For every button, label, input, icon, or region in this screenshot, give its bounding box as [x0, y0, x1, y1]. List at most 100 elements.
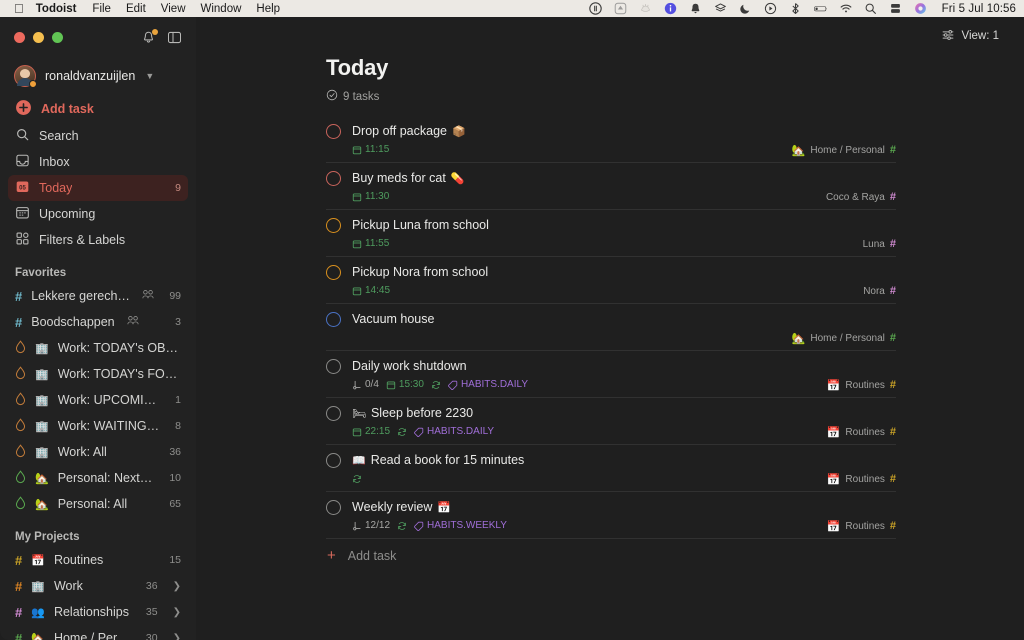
- task-project[interactable]: 📅 Routines #: [827, 521, 896, 533]
- task-due-time[interactable]: 11:55: [352, 238, 389, 249]
- siri-icon[interactable]: [914, 2, 928, 15]
- favorite-item-personal-all[interactable]: 🏡 Personal: All 65: [8, 491, 188, 517]
- favorite-item-work-today-focuss[interactable]: 🏢 Work: TODAY's FOCUSs: [8, 361, 188, 387]
- sidebar-item-search[interactable]: Search: [8, 123, 188, 149]
- task-title[interactable]: 📖 Read a book for 15 minutes: [352, 452, 524, 468]
- task-title[interactable]: Pickup Nora from school: [352, 264, 488, 280]
- favorite-item-boodschappen[interactable]: # Boodschappen 3: [8, 309, 188, 335]
- task-title[interactable]: Pickup Luna from school: [352, 217, 489, 233]
- project-item-home-personal[interactable]: # 🏡 Home / Personal 30 ❯: [8, 625, 188, 640]
- favorite-item-personal-next-actions[interactable]: 🏡 Personal: Next Actions 10: [8, 465, 188, 491]
- shortcuts-icon[interactable]: [889, 2, 903, 15]
- sidebar-item-filters-labels[interactable]: Filters & Labels: [8, 227, 188, 253]
- task-row[interactable]: Drop off package 📦 11:15 🏡 Home / Personal…: [326, 116, 896, 163]
- task-label[interactable]: HABITS.DAILY: [414, 426, 494, 437]
- task-due-time[interactable]: 11:15: [352, 144, 389, 155]
- task-title[interactable]: Vacuum house: [352, 311, 434, 327]
- bluetooth-icon[interactable]: [789, 2, 803, 15]
- task-title[interactable]: Weekly review 📅: [352, 499, 451, 515]
- task-due-time[interactable]: 15:30: [386, 379, 424, 390]
- account-menu[interactable]: ronaldvanzuijlen ▼: [8, 59, 188, 93]
- info-icon[interactable]: [664, 2, 678, 15]
- menu-clock[interactable]: Fri 5 Jul 10:56: [942, 3, 1016, 15]
- task-row[interactable]: Pickup Luna from school 11:55 Luna #: [326, 210, 896, 257]
- task-project[interactable]: Coco & Raya #: [826, 192, 896, 204]
- task-row[interactable]: Daily work shutdown 0/4 15:30 HABITS.DAILY…: [326, 351, 896, 398]
- add-task-row[interactable]: + Add task: [326, 539, 896, 563]
- project-item-work[interactable]: # 🏢 Work 36 ❯: [8, 573, 188, 599]
- chevron-right-icon[interactable]: ❯: [173, 607, 181, 618]
- task-checkbox[interactable]: [326, 453, 341, 468]
- task-checkbox[interactable]: [326, 124, 341, 139]
- project-item-relationships[interactable]: # 👥 Relationships 35 ❯: [8, 599, 188, 625]
- sidebar-item-upcoming[interactable]: Upcoming: [8, 201, 188, 227]
- app-icon[interactable]: [639, 2, 653, 15]
- task-row[interactable]: Vacuum house 🏡 Home / Personal #: [326, 304, 896, 351]
- menu-help[interactable]: Help: [256, 3, 280, 15]
- menu-view[interactable]: View: [161, 3, 186, 15]
- favorite-item-work-waiting-for[interactable]: 🏢 Work: WAITING FOR ⏰ 8: [8, 413, 188, 439]
- task-project[interactable]: 📅 Routines #: [827, 474, 896, 486]
- close-button[interactable]: [14, 31, 25, 43]
- task-title[interactable]: Buy meds for cat 💊: [352, 170, 465, 186]
- view-options-button[interactable]: View: 1: [934, 24, 1006, 49]
- task-row[interactable]: 📖 Read a book for 15 minutes 📅 Routines #: [326, 445, 896, 492]
- task-project[interactable]: 📅 Routines #: [827, 380, 896, 392]
- toggle-sidebar-button[interactable]: [167, 30, 182, 45]
- menu-window[interactable]: Window: [201, 3, 242, 15]
- chevron-right-icon[interactable]: ❯: [173, 633, 181, 640]
- control-center-icon[interactable]: [764, 2, 778, 15]
- task-label[interactable]: HABITS.WEEKLY: [414, 520, 507, 531]
- task-subtask-count-label: 0/4: [365, 379, 379, 390]
- task-title[interactable]: Drop off package 📦: [352, 123, 466, 139]
- task-checkbox[interactable]: [326, 218, 341, 233]
- favorite-item-work-today-objectives[interactable]: 🏢 Work: TODAY's OBJECTI…: [8, 335, 188, 361]
- task-checkbox[interactable]: [326, 312, 341, 327]
- sidebar-item-inbox[interactable]: Inbox: [8, 149, 188, 175]
- favorite-item-lekkere-gerechten[interactable]: # Lekkere gerechten 99: [8, 283, 188, 309]
- task-project[interactable]: Nora #: [863, 286, 896, 298]
- chevron-right-icon[interactable]: ❯: [173, 581, 181, 592]
- menu-file[interactable]: File: [92, 3, 111, 15]
- task-title[interactable]: Daily work shutdown: [352, 358, 467, 374]
- wifi-icon[interactable]: [839, 2, 853, 15]
- task-label[interactable]: HABITS.DAILY: [447, 379, 528, 390]
- task-row[interactable]: Buy meds for cat 💊 11:30 Coco & Raya #: [326, 163, 896, 210]
- notifications-button[interactable]: [141, 28, 158, 45]
- maximize-button[interactable]: [52, 31, 63, 43]
- add-task-button[interactable]: Add task: [8, 95, 188, 123]
- task-project[interactable]: Luna #: [863, 239, 896, 251]
- menu-edit[interactable]: Edit: [126, 3, 146, 15]
- task-project[interactable]: 🏡 Home / Personal #: [792, 333, 896, 345]
- task-title[interactable]: 🛏 Sleep before 2230: [352, 405, 473, 421]
- task-row[interactable]: 🛏 Sleep before 2230 22:15 HABITS.DAILY 📅 Ro…: [326, 398, 896, 445]
- task-project-label: Routines: [845, 474, 885, 485]
- task-due-time[interactable]: 14:45: [352, 285, 390, 296]
- menu-app-name[interactable]: Todoist: [36, 3, 77, 15]
- sidebar-item-label: Filters & Labels: [39, 233, 126, 247]
- dnd-moon-icon[interactable]: [739, 2, 753, 15]
- favorite-item-work-upcoming[interactable]: 🏢 Work: UPCOMING 1: [8, 387, 188, 413]
- task-due-time[interactable]: 22:15: [352, 426, 390, 437]
- stats-icon[interactable]: [589, 2, 603, 15]
- layers-icon[interactable]: [714, 2, 728, 15]
- task-checkbox[interactable]: [326, 265, 341, 280]
- task-project[interactable]: 📅 Routines #: [827, 427, 896, 439]
- minimize-button[interactable]: [33, 31, 44, 43]
- battery-icon[interactable]: [813, 2, 828, 15]
- project-item-routines[interactable]: # 📅 Routines 15: [8, 547, 188, 573]
- favorite-item-work-all[interactable]: 🏢 Work: All 36: [8, 439, 188, 465]
- spotlight-search-icon[interactable]: [864, 2, 878, 15]
- bell-icon[interactable]: [689, 2, 703, 15]
- task-checkbox[interactable]: [326, 406, 341, 421]
- apple-icon[interactable]: : [14, 2, 24, 15]
- drive-icon[interactable]: [614, 2, 628, 15]
- task-row[interactable]: Weekly review 📅 12/12 HABITS.WEEKLY 📅 Routi…: [326, 492, 896, 539]
- sidebar-item-today[interactable]: 05 Today 9: [8, 175, 188, 201]
- task-checkbox[interactable]: [326, 359, 341, 374]
- task-checkbox[interactable]: [326, 171, 341, 186]
- task-project[interactable]: 🏡 Home / Personal #: [792, 145, 896, 157]
- task-checkbox[interactable]: [326, 500, 341, 515]
- task-row[interactable]: Pickup Nora from school 14:45 Nora #: [326, 257, 896, 304]
- task-due-time[interactable]: 11:30: [352, 191, 389, 202]
